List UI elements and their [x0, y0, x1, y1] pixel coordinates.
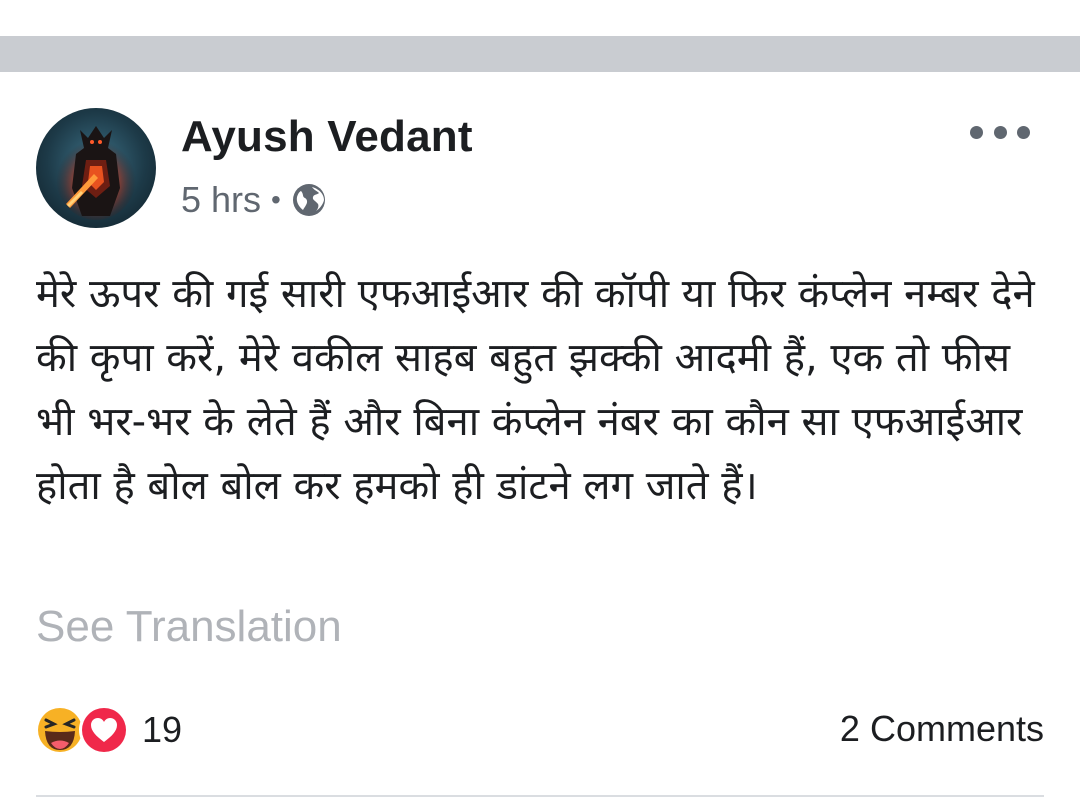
status-area	[0, 0, 1080, 36]
post-text: मेरे ऊपर की गई सारी एफआईआर की कॉपी या फि…	[36, 271, 1035, 509]
comments-count-link[interactable]: 2 Comments	[840, 708, 1044, 750]
reaction-count: 19	[142, 709, 183, 750]
see-translation-link[interactable]: See Translation	[36, 602, 342, 652]
divider	[36, 795, 1044, 797]
reactions-summary[interactable]: 19	[34, 702, 182, 758]
author-name[interactable]: Ayush Vedant	[181, 112, 473, 162]
avatar-image	[56, 126, 136, 220]
more-options-button[interactable]	[970, 118, 1030, 146]
meta-separator: •	[271, 184, 281, 215]
love-reaction-icon	[78, 704, 130, 756]
feed-separator-bar	[0, 36, 1080, 72]
more-horizontal-icon	[993, 125, 1007, 139]
globe-icon	[291, 182, 327, 218]
avatar[interactable]	[36, 108, 156, 228]
more-horizontal-icon	[1017, 125, 1030, 139]
post-meta: 5 hrs •	[181, 178, 327, 222]
more-horizontal-icon	[970, 125, 983, 139]
post-time[interactable]: 5 hrs	[181, 179, 261, 221]
